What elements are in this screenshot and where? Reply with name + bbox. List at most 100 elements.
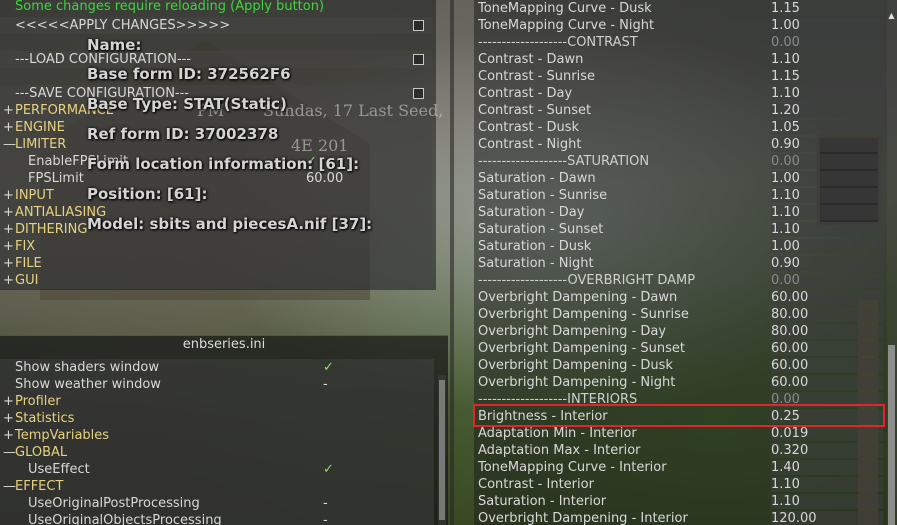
parameter-label: Contrast - Dusk — [478, 120, 580, 135]
parameter-row[interactable]: Contrast - Sunset 1.20 — [474, 102, 883, 119]
setting-value[interactable]: - — [323, 495, 328, 512]
setting-value[interactable]: - — [323, 376, 328, 393]
parameter-label: Overbright Dampening - Dusk — [478, 358, 673, 373]
category-file[interactable]: + FILE — [0, 255, 432, 272]
parameter-row[interactable]: Contrast - Dusk 1.05 — [474, 119, 883, 136]
parameter-value-field[interactable]: 80.00 — [771, 307, 883, 322]
category-statistics[interactable]: + Statistics — [0, 410, 434, 427]
parameters-scrollbar-thumb[interactable] — [888, 345, 895, 525]
parameter-row[interactable]: Overbright Dampening - Sunset 60.00 — [474, 340, 883, 357]
parameter-value-field[interactable]: 60.00 — [771, 341, 883, 356]
parameter-label: Saturation - Interior — [478, 494, 607, 509]
parameter-value-field[interactable]: 60.00 — [771, 375, 883, 390]
use-original-objectsprocessing-row[interactable]: UseOriginalObjectsProcessing - — [0, 512, 434, 525]
parameter-row[interactable]: ToneMapping Curve - Interior 1.40 — [474, 459, 883, 476]
apply-changes-row[interactable]: <<<<<APPLY CHANGES>>>>> — [0, 17, 432, 34]
checkmark-icon[interactable]: ✓ — [323, 461, 334, 478]
load-config-checkbox[interactable] — [413, 54, 424, 65]
category-label: FILE — [15, 256, 42, 271]
parameter-row[interactable]: Contrast - Dawn 1.10 — [474, 51, 883, 68]
parameter-row[interactable]: ToneMapping Curve - Night 1.00 — [474, 17, 883, 34]
parameter-row[interactable]: Saturation - Day 1.10 — [474, 204, 883, 221]
parameter-value-field[interactable]: 1.40 — [771, 460, 883, 475]
parameter-value-field[interactable]: 1.15 — [771, 1, 883, 16]
parameter-row[interactable]: Saturation - Dawn 1.00 — [474, 170, 883, 187]
checkmark-icon[interactable]: ✓ — [323, 359, 334, 376]
parameter-row[interactable]: Contrast - Interior 1.10 — [474, 476, 883, 493]
parameter-value-field[interactable]: 60.00 — [771, 290, 883, 305]
parameter-value-field[interactable]: 1.10 — [771, 205, 883, 220]
category-global[interactable]: — GLOBAL — [0, 444, 434, 461]
parameter-label: Contrast - Sunrise — [478, 69, 595, 84]
parameter-row[interactable]: Adaptation Max - Interior 0.320 — [474, 442, 883, 459]
parameter-value-field[interactable]: 1.05 — [771, 120, 883, 135]
parameter-row[interactable]: Saturation - Night 0.90 — [474, 255, 883, 272]
parameter-value-field[interactable]: 60.00 — [771, 358, 883, 373]
apply-changes-checkbox[interactable] — [413, 20, 424, 31]
category-tempvariables[interactable]: + TempVariables — [0, 427, 434, 444]
use-effect-row[interactable]: UseEffect ✓ — [0, 461, 434, 478]
ini-panel-title: enbseries.ini — [0, 335, 448, 353]
parameter-label: ToneMapping Curve - Night — [478, 18, 655, 33]
use-original-postprocessing-row[interactable]: UseOriginalPostProcessing - — [0, 495, 434, 512]
era-text: 4E 201 — [291, 136, 349, 155]
parameter-value-field[interactable]: 1.10 — [771, 52, 883, 67]
parameter-value-field[interactable]: 0.90 — [771, 137, 883, 152]
parameter-value-field[interactable]: 80.00 — [771, 324, 883, 339]
category-input[interactable]: + INPUT — [0, 187, 432, 204]
parameter-value-field[interactable]: 1.10 — [771, 86, 883, 101]
category-label: TempVariables — [15, 428, 110, 443]
ini-scrollbar-thumb[interactable] — [439, 380, 445, 520]
parameter-row[interactable]: Saturation - Dusk 1.00 — [474, 238, 883, 255]
category-gui[interactable]: + GUI — [0, 272, 432, 289]
parameter-row[interactable]: ToneMapping Curve - Dusk 1.15 — [474, 0, 883, 17]
parameter-label: Overbright Dampening - Sunrise — [478, 307, 689, 322]
show-weather-window-row[interactable]: Show weather window - — [0, 376, 434, 393]
category-label: EFFECT — [15, 479, 64, 494]
scroll-up-icon[interactable]: ▲ — [888, 10, 895, 22]
parameter-value-field[interactable]: 0.00 — [771, 154, 883, 169]
parameter-row[interactable]: Overbright Dampening - Dusk 60.00 — [474, 357, 883, 374]
category-label: FIX — [15, 239, 36, 254]
parameter-row[interactable]: Contrast - Night 0.90 — [474, 136, 883, 153]
parameter-value-field[interactable]: 1.00 — [771, 18, 883, 33]
parameter-row[interactable]: Overbright Dampening - Night 60.00 — [474, 374, 883, 391]
section-separator-row: -------------------CONTRAST 0.00 — [474, 34, 883, 51]
parameter-row[interactable]: Overbright Dampening - Day 80.00 — [474, 323, 883, 340]
parameter-row[interactable]: Saturation - Interior 1.10 — [474, 493, 883, 510]
parameter-value-field[interactable]: 1.10 — [771, 494, 883, 509]
parameter-value-field[interactable]: 0.00 — [771, 35, 883, 50]
save-config-checkbox[interactable] — [413, 88, 424, 99]
parameter-row[interactable]: Saturation - Sunset 1.10 — [474, 221, 883, 238]
parameter-value-field[interactable]: 1.10 — [771, 477, 883, 492]
parameters-scrollbar[interactable]: ▲ — [887, 0, 897, 525]
parameter-value-field[interactable]: 1.10 — [771, 188, 883, 203]
parameter-row[interactable]: Contrast - Day 1.10 — [474, 85, 883, 102]
show-shaders-window-row[interactable]: Show shaders window ✓ — [0, 359, 434, 376]
parameter-label: ToneMapping Curve - Dusk — [478, 1, 652, 16]
parameter-value-field[interactable]: 1.10 — [771, 222, 883, 237]
parameter-value-field[interactable]: 0.90 — [771, 256, 883, 271]
parameter-row[interactable]: Saturation - Sunrise 1.10 — [474, 187, 883, 204]
parameter-value-field[interactable]: 1.20 — [771, 103, 883, 118]
parameter-row[interactable]: Overbright Dampening - Interior 120.00 — [474, 510, 883, 525]
parameter-value-field[interactable]: 1.15 — [771, 69, 883, 84]
parameter-value-field[interactable]: 1.00 — [771, 239, 883, 254]
parameter-row[interactable]: Overbright Dampening - Dawn 60.00 — [474, 289, 883, 306]
parameter-value-field[interactable]: 0.00 — [771, 273, 883, 288]
parameter-value-field[interactable]: 1.00 — [771, 171, 883, 186]
parameter-value-field[interactable]: 0.320 — [771, 443, 883, 458]
parameter-value-field[interactable]: 120.00 — [771, 511, 883, 525]
category-effect[interactable]: — EFFECT — [0, 478, 434, 495]
parameter-row[interactable]: Contrast - Sunrise 1.15 — [474, 68, 883, 85]
apply-changes-label[interactable]: <<<<<APPLY CHANGES>>>>> — [15, 17, 230, 34]
parameter-value-field[interactable]: 0.019 — [771, 426, 883, 441]
setting-value[interactable]: - — [323, 512, 328, 525]
setting-label: Show weather window — [15, 377, 161, 392]
parameter-row[interactable]: Overbright Dampening - Sunrise 80.00 — [474, 306, 883, 323]
setting-label: UseOriginalPostProcessing — [28, 496, 200, 511]
parameter-row[interactable]: Adaptation Min - Interior 0.019 — [474, 425, 883, 442]
category-profiler[interactable]: + Profiler — [0, 393, 434, 410]
highlight-annotation-box — [473, 404, 885, 427]
category-fix[interactable]: + FIX — [0, 238, 432, 255]
